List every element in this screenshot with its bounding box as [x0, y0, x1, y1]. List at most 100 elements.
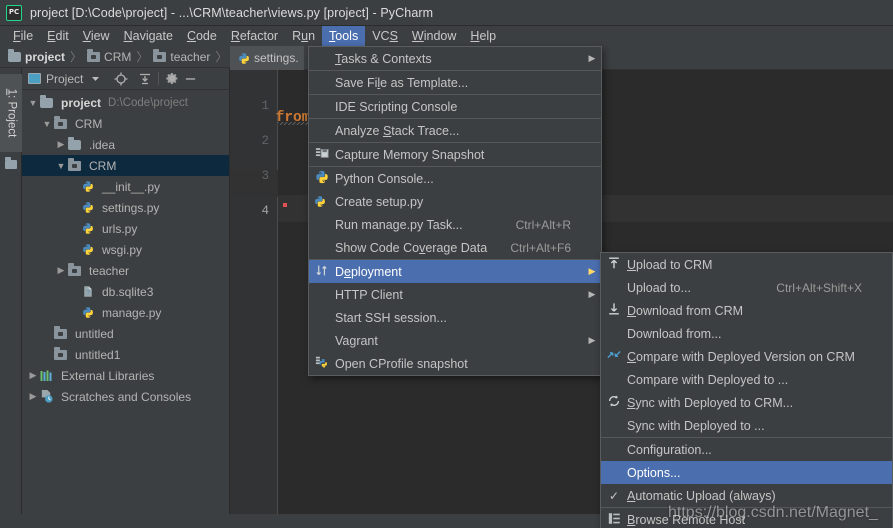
tree-node-external-libraries[interactable]: ▶ External Libraries	[22, 365, 229, 386]
menu-item-upload-to-crm[interactable]: Upload to CRM	[601, 253, 892, 276]
tree-node-settings-py[interactable]: settings.py	[22, 197, 229, 218]
menu-item-label: Open CProfile snapshot	[335, 356, 468, 371]
tree-node-untitled1[interactable]: untitled1	[22, 344, 229, 365]
breadcrumb-item-label: CRM	[104, 49, 132, 64]
tree-node-label: settings.py	[102, 200, 160, 215]
tree-node-project[interactable]: ▼ project D:\Code\project	[22, 92, 229, 113]
window-title: project [D:\Code\project] - ...\CRM\teac…	[30, 5, 434, 20]
menu-item-start-ssh-session[interactable]: Start SSH session...	[309, 306, 601, 329]
menu-item-tasks-contexts[interactable]: Tasks & Contexts ▶	[309, 47, 601, 70]
twisty-collapsed-icon[interactable]: ▶	[26, 391, 40, 402]
menubar-item-vcs[interactable]: VCS	[365, 26, 405, 46]
menu-item-configuration[interactable]: Configuration...	[601, 438, 892, 461]
project-tree: ▼ project D:\Code\project ▼ CRM ▶ .idea ▼ CRM __…	[22, 90, 229, 407]
menubar-item-code[interactable]: Code	[180, 26, 224, 46]
tree-node-urls-py[interactable]: urls.py	[22, 218, 229, 239]
chevron-down-icon[interactable]	[86, 70, 104, 88]
menu-item-download-from[interactable]: Download from...	[601, 322, 892, 345]
tree-node---init---py[interactable]: __init__.py	[22, 176, 229, 197]
menu-item-python-console[interactable]: Python Console...	[309, 167, 601, 190]
menubar-item-file[interactable]: File	[6, 26, 40, 46]
menubar-item-refactor[interactable]: Refactor	[224, 26, 285, 46]
tree-node-db-sqlite3[interactable]: ? db.sqlite3	[22, 281, 229, 302]
breadcrumb-separator: 〉	[215, 50, 228, 64]
menu-item-compare-with-deployed-version-on-crm[interactable]: Compare with Deployed Version on CRM	[601, 345, 892, 368]
menu-item-create-setup-py[interactable]: Create setup.py	[309, 190, 601, 213]
folder-icon	[8, 48, 21, 62]
twisty-expanded-icon[interactable]: ▼	[54, 161, 68, 171]
tree-node-teacher[interactable]: ▶ teacher	[22, 260, 229, 281]
collapse-all-icon[interactable]	[136, 70, 154, 88]
minimize-icon[interactable]	[181, 70, 199, 88]
menubar-item-label: File	[13, 29, 34, 43]
menu-item-label: Sync with Deployed to CRM...	[627, 395, 794, 410]
structure-folder-icon[interactable]	[5, 157, 17, 169]
tree-node-crm[interactable]: ▼ CRM	[22, 155, 229, 176]
menu-item-analyze-stack-trace[interactable]: Analyze Stack Trace...	[309, 119, 601, 142]
menu-item-deployment[interactable]: Deployment ▶	[309, 260, 601, 283]
window-icon	[28, 73, 41, 84]
breadcrumb-item-crm[interactable]: CRM	[85, 48, 133, 64]
menu-item-label: Sync with Deployed to ...	[627, 418, 765, 433]
menu-item-label: Upload to CRM	[627, 257, 713, 272]
menubar-item-run[interactable]: Run	[285, 26, 322, 46]
menubar-item-label: Code	[186, 29, 217, 43]
tree-node-wsgi-py[interactable]: wsgi.py	[22, 239, 229, 260]
menubar-item-navigate[interactable]: Navigate	[117, 26, 180, 46]
tree-node-manage-py[interactable]: manage.py	[22, 302, 229, 323]
menu-item-label: Automatic Upload (always)	[627, 488, 776, 503]
menu-item-run-manage-py-task[interactable]: Run manage.py Task... Ctrl+Alt+R	[309, 213, 601, 236]
cprofile-icon	[309, 355, 335, 372]
menubar-item-label: VCS	[372, 29, 398, 43]
menu-item-sync-with-deployed-to-crm[interactable]: Sync with Deployed to CRM...	[601, 391, 892, 414]
menu-item-upload-to[interactable]: Upload to... Ctrl+Alt+Shift+X	[601, 276, 892, 299]
twisty-collapsed-icon[interactable]: ▶	[54, 139, 68, 150]
memory-snapshot-icon	[309, 146, 335, 163]
menubar-item-help[interactable]: Help	[463, 26, 503, 46]
breadcrumb-item-project[interactable]: project	[6, 48, 67, 64]
python-file-icon	[82, 243, 94, 256]
project-tool-window: Project ▼ project D:\Code\project ▼ CRM …	[22, 68, 230, 528]
breadcrumb-item-teacher[interactable]: teacher	[151, 48, 212, 64]
menubar-item-label: Help	[470, 29, 497, 43]
menu-item-save-file-as-template[interactable]: Save File as Template...	[309, 71, 601, 94]
tree-node-label: wsgi.py	[102, 242, 143, 257]
twisty-expanded-icon[interactable]: ▼	[26, 98, 40, 108]
twisty-collapsed-icon[interactable]: ▶	[26, 370, 40, 381]
menubar-item-window[interactable]: Window	[405, 26, 463, 46]
unknown-file-icon: ?	[82, 285, 94, 298]
tool-window-button-project[interactable]: 1: Project	[0, 74, 22, 152]
left-tool-strip: 1: Project	[0, 68, 22, 528]
twisty-collapsed-icon[interactable]: ▶	[54, 265, 68, 276]
error-marker-icon	[283, 203, 287, 207]
menu-item-vagrant[interactable]: Vagrant ▶	[309, 329, 601, 352]
module-folder-icon	[54, 325, 67, 339]
tree-node-crm[interactable]: ▼ CRM	[22, 113, 229, 134]
menu-item-sync-with-deployed-to[interactable]: Sync with Deployed to ...	[601, 414, 892, 437]
tree-node-path: D:\Code\project	[108, 96, 188, 109]
menu-item-open-cprofile-snapshot[interactable]: Open CProfile snapshot	[309, 352, 601, 375]
gear-icon[interactable]	[163, 70, 181, 88]
tree-node-untitled[interactable]: untitled	[22, 323, 229, 344]
twisty-expanded-icon[interactable]: ▼	[40, 119, 54, 129]
menu-item-show-code-coverage-data[interactable]: Show Code Coverage Data Ctrl+Alt+F6	[309, 236, 601, 259]
menubar-item-edit[interactable]: Edit	[40, 26, 76, 46]
menu-item-capture-memory-snapshot[interactable]: Capture Memory Snapshot	[309, 143, 601, 166]
watermark-text: https://blog.csdn.net/Magnet_	[668, 504, 878, 521]
tree-node-label: CRM	[89, 158, 117, 173]
menu-item-http-client[interactable]: HTTP Client ▶	[309, 283, 601, 306]
editor-tab-settings[interactable]: settings.	[230, 46, 304, 70]
menu-item-options[interactable]: Options...	[601, 461, 892, 484]
menubar-item-view[interactable]: View	[76, 26, 117, 46]
download-icon	[607, 302, 621, 319]
menu-item-download-from-crm[interactable]: Download from CRM	[601, 299, 892, 322]
tree-node-scratches-and-consoles[interactable]: ▶ Scratches and Consoles	[22, 386, 229, 407]
menubar-item-tools[interactable]: Tools	[322, 26, 366, 46]
menu-item-label: Download from CRM	[627, 303, 744, 318]
python-file-icon	[309, 195, 335, 208]
locate-target-icon[interactable]	[112, 70, 130, 88]
tree-node--idea[interactable]: ▶ .idea	[22, 134, 229, 155]
menu-item-shortcut: Ctrl+Alt+Shift+X	[776, 280, 862, 295]
menu-item-compare-with-deployed-to[interactable]: Compare with Deployed to ...	[601, 368, 892, 391]
menu-item-ide-scripting-console[interactable]: IDE Scripting Console	[309, 95, 601, 118]
